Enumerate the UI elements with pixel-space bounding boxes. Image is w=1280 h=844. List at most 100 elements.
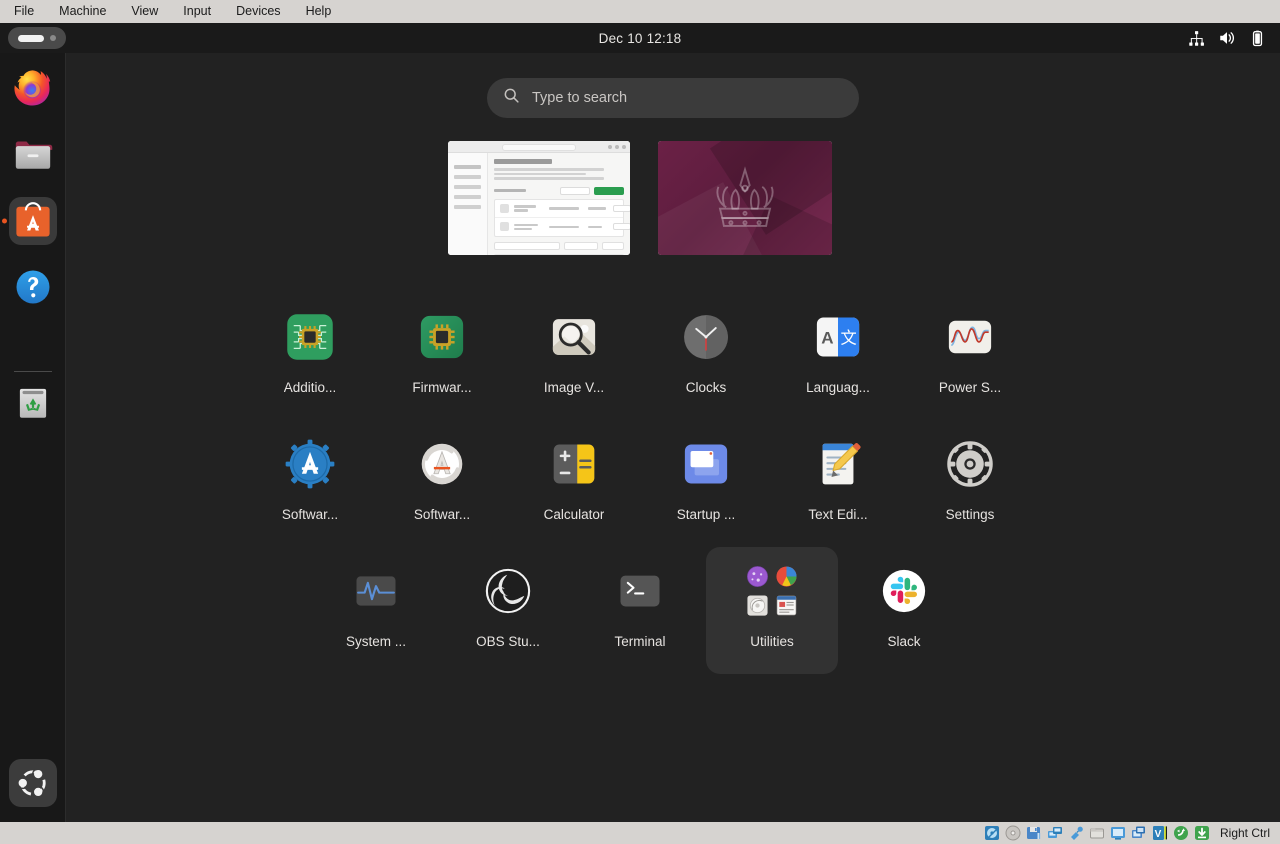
software-updates-icon — [278, 432, 342, 496]
optical-disk-icon[interactable] — [1005, 825, 1021, 841]
pulse-icon — [344, 559, 408, 623]
app-label: Additio... — [284, 380, 337, 395]
app-software-and-updates[interactable]: Softwar... — [244, 420, 376, 547]
app-label: Firmwar... — [412, 380, 471, 395]
svg-text:文: 文 — [840, 330, 856, 348]
app-label: Softwar... — [282, 507, 338, 522]
app-calculator[interactable]: Calculator — [508, 420, 640, 547]
app-grid: Additio... — [0, 293, 1280, 674]
activities-pill-bar — [18, 35, 44, 42]
menu-view[interactable]: View — [131, 0, 158, 23]
host-key-label: Right Ctrl — [1220, 826, 1270, 840]
activities-pill-dot — [50, 35, 56, 41]
clock-label[interactable]: Dec 10 12:18 — [599, 31, 682, 46]
svg-text:A: A — [821, 329, 833, 348]
app-system-monitor[interactable]: System ... — [310, 547, 442, 674]
app-label: Softwar... — [414, 507, 470, 522]
disks-pie-icon — [775, 565, 798, 588]
disk-usage-analyzer-icon — [746, 565, 769, 588]
app-software-updater[interactable]: Softwar... — [376, 420, 508, 547]
app-label: Power S... — [939, 380, 1001, 395]
activities-button[interactable] — [8, 27, 66, 49]
app-label: Startup ... — [677, 507, 736, 522]
search-placeholder: Type to search — [532, 90, 627, 106]
usb-icon[interactable] — [1068, 825, 1084, 841]
menu-machine[interactable]: Machine — [59, 0, 106, 23]
network-icon[interactable] — [1047, 825, 1063, 841]
logs-document-icon — [775, 594, 798, 617]
pencil-document-icon — [806, 432, 870, 496]
calculator-icon — [542, 432, 606, 496]
app-grid-row-2: Softwar... Softwar... — [244, 420, 1036, 547]
keyboard-icon[interactable] — [1194, 825, 1210, 841]
app-label: Utilities — [750, 634, 794, 649]
app-label: Settings — [946, 507, 995, 522]
search-input[interactable]: Type to search — [487, 78, 859, 118]
app-label: System ... — [346, 634, 406, 649]
virtualbox-status-bar: V Right Ctrl — [0, 822, 1280, 844]
floppy-disk-icon[interactable] — [1026, 825, 1042, 841]
translate-icon: A 文 — [806, 305, 870, 369]
app-settings[interactable]: Settings — [904, 420, 1036, 547]
volume-icon — [1218, 29, 1236, 47]
app-label: Slack — [887, 634, 920, 649]
guest-screen: Dec 10 12:18 — [0, 23, 1280, 822]
gnome-top-bar: Dec 10 12:18 — [0, 23, 1280, 53]
mouse-integration-icon[interactable] — [1173, 825, 1189, 841]
folder-icon — [740, 559, 804, 623]
app-obs-studio[interactable]: OBS Stu... — [442, 547, 574, 674]
menu-file[interactable]: File — [14, 0, 34, 23]
clock-area: Dec 10 12:18 — [0, 23, 1280, 53]
virtualization-icon[interactable]: V — [1152, 825, 1168, 841]
dock-item-firefox[interactable] — [9, 65, 57, 113]
app-image-viewer[interactable]: Image V... — [508, 293, 640, 420]
app-folder-utilities[interactable]: Utilities — [706, 547, 838, 674]
ubuntu-logo-icon — [15, 765, 51, 801]
network-icon — [1188, 30, 1205, 47]
app-text-editor[interactable]: Text Edi... — [772, 420, 904, 547]
window-preview-software-manager — [448, 141, 630, 255]
clock-icon — [674, 305, 738, 369]
firefox-icon — [11, 67, 55, 111]
app-firmware-updater[interactable]: Firmwar... — [376, 293, 508, 420]
ubuntu-wallpaper-preview — [658, 141, 832, 255]
app-additional-drivers[interactable]: Additio... — [244, 293, 376, 420]
shared-folder-icon[interactable] — [1089, 825, 1105, 841]
app-slack[interactable]: Slack — [838, 547, 970, 674]
app-terminal[interactable]: Terminal — [574, 547, 706, 674]
system-tray[interactable] — [1188, 23, 1266, 53]
workspace-thumbnail-1[interactable] — [448, 141, 630, 255]
circuit-board-icon — [278, 305, 342, 369]
obs-icon — [476, 559, 540, 623]
slack-icon — [872, 559, 936, 623]
menu-help[interactable]: Help — [306, 0, 332, 23]
app-label: Languag... — [806, 380, 870, 395]
app-grid-row-3: System ... OBS Stu... — [310, 547, 970, 674]
app-startup-applications[interactable]: Startup ... — [640, 420, 772, 547]
app-grid-row-1: Additio... — [244, 293, 1036, 420]
app-label: OBS Stu... — [476, 634, 540, 649]
app-power-statistics[interactable]: Power S... — [904, 293, 1036, 420]
terminal-icon — [608, 559, 672, 623]
windows-stack-icon — [674, 432, 738, 496]
workspace-thumbnails — [0, 138, 1280, 258]
workspace-thumbnail-2[interactable] — [658, 141, 832, 255]
disks-icon — [746, 594, 769, 617]
chip-icon — [410, 305, 474, 369]
show-applications-button[interactable] — [9, 759, 57, 807]
menu-input[interactable]: Input — [183, 0, 211, 23]
app-language-support[interactable]: A 文 Languag... — [772, 293, 904, 420]
app-label: Image V... — [544, 380, 604, 395]
app-label: Clocks — [686, 380, 727, 395]
hard-disk-icon[interactable] — [984, 825, 1000, 841]
battery-icon — [1249, 30, 1266, 47]
app-clocks[interactable]: Clocks — [640, 293, 772, 420]
display-icon[interactable] — [1110, 825, 1126, 841]
graph-icon — [938, 305, 1002, 369]
crown-icon — [697, 165, 793, 237]
menu-devices[interactable]: Devices — [236, 0, 280, 23]
recording-icon[interactable] — [1131, 825, 1147, 841]
app-label: Text Edi... — [808, 507, 867, 522]
virtualbox-menubar: File Machine View Input Devices Help — [0, 0, 1280, 23]
gear-icon — [938, 432, 1002, 496]
